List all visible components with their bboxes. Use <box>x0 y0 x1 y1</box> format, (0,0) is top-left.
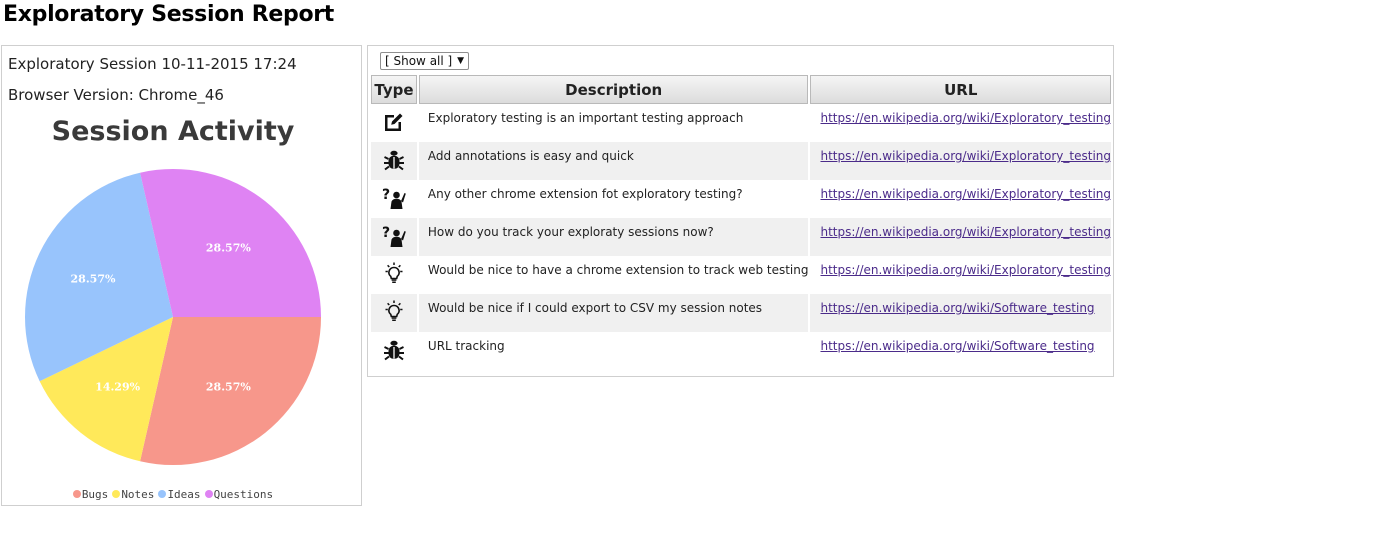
legend-swatch <box>72 490 81 498</box>
table-row: Add annotations is easy and quick https:/… <box>371 142 1111 180</box>
description-cell: Exploratory testing is an important test… <box>419 104 809 142</box>
bug-icon <box>382 338 406 366</box>
entries-panel: [ Show all ] ▼ Type Description URL Expl… <box>367 45 1114 377</box>
description-cell: Would be nice if I could export to CSV m… <box>418 294 809 332</box>
entries-table: Type Description URL Exploratory testing… <box>369 75 1113 370</box>
table-row: ? How do you track your exploraty session… <box>371 218 1111 256</box>
type-cell <box>371 332 417 370</box>
idea-icon <box>382 300 406 328</box>
url-cell: https://en.wikipedia.org/wiki/Software_t… <box>810 332 1111 370</box>
type-cell: ? <box>371 218 417 256</box>
note-icon <box>382 110 406 138</box>
slice-label-questions: 28.57% <box>206 242 251 255</box>
url-cell: https://en.wikipedia.org/wiki/Software_t… <box>810 294 1111 332</box>
page-title: Exploratory Session Report <box>3 2 335 27</box>
slice-label-bugs: 28.57% <box>206 380 251 393</box>
legend-item-bugs[interactable]: Bugs <box>72 488 109 501</box>
chart-title: Session Activity <box>51 116 295 147</box>
table-row: URL tracking https://en.wikipedia.org/wik… <box>371 332 1111 370</box>
legend-label: Questions <box>213 488 274 501</box>
legend-swatch <box>158 490 167 498</box>
legend-swatch <box>112 490 121 498</box>
session-summary-panel: Exploratory Session 10-11-2015 17:24 Bro… <box>1 45 362 506</box>
table-row: Would be nice to have a chrome extension… <box>371 256 1111 294</box>
type-cell <box>371 294 417 332</box>
url-cell: https://en.wikipedia.org/wiki/Explorator… <box>810 180 1111 218</box>
url-link[interactable]: https://en.wikipedia.org/wiki/Explorator… <box>810 180 1111 201</box>
type-cell <box>371 256 417 294</box>
question-icon: ? <box>382 224 406 252</box>
filter-selected-value: [ Show all ] <box>385 54 453 68</box>
legend-label: Notes <box>121 488 155 501</box>
description-text: How do you track your exploraty sessions… <box>427 225 714 239</box>
chart-legend: Bugs Notes Ideas Questions <box>2 488 344 501</box>
url-link[interactable]: https://en.wikipedia.org/wiki/Explorator… <box>810 104 1111 125</box>
dropdown-arrow-icon: ▼ <box>457 56 464 66</box>
table-row: ? Any other chrome extension fot explorat… <box>371 180 1111 218</box>
url-cell: https://en.wikipedia.org/wiki/Explorator… <box>810 256 1111 294</box>
description-text: Any other chrome extension fot explorato… <box>427 187 743 201</box>
svg-text:?: ? <box>382 225 390 241</box>
column-header-description[interactable]: Description <box>418 75 809 104</box>
svg-text:?: ? <box>382 187 390 203</box>
column-header-type[interactable]: Type <box>371 75 417 104</box>
column-header-url[interactable]: URL <box>810 75 1111 104</box>
question-icon: ? <box>382 186 406 214</box>
url-link[interactable]: https://en.wikipedia.org/wiki/Explorator… <box>810 256 1111 277</box>
slice-label-notes: 14.29% <box>95 380 140 393</box>
type-cell <box>371 142 417 180</box>
url-cell: https://en.wikipedia.org/wiki/Explorator… <box>810 104 1111 142</box>
description-text: Exploratory testing is an important test… <box>427 111 744 125</box>
legend-swatch <box>204 490 213 498</box>
url-link[interactable]: https://en.wikipedia.org/wiki/Explorator… <box>810 142 1111 163</box>
browser-version: Browser Version: Chrome_46 <box>8 86 224 104</box>
description-text: Would be nice to have a chrome extension… <box>427 263 809 277</box>
session-activity-pie-chart: 28.57% 14.29% 28.57% 28.57% <box>25 169 322 465</box>
description-cell: URL tracking <box>419 332 809 370</box>
session-name: Exploratory Session 10-11-2015 17:24 <box>8 55 297 73</box>
url-link[interactable]: https://en.wikipedia.org/wiki/Software_t… <box>810 332 1111 353</box>
url-cell: https://en.wikipedia.org/wiki/Explorator… <box>810 142 1111 180</box>
type-cell <box>371 104 417 142</box>
legend-item-ideas[interactable]: Ideas <box>158 488 201 501</box>
url-cell: https://en.wikipedia.org/wiki/Explorator… <box>810 218 1111 256</box>
legend-item-questions[interactable]: Questions <box>204 488 274 501</box>
description-cell: How do you track your exploraty sessions… <box>418 218 809 256</box>
url-link[interactable]: https://en.wikipedia.org/wiki/Explorator… <box>810 218 1111 239</box>
slice-label-ideas: 28.57% <box>71 272 116 285</box>
idea-icon <box>382 262 406 290</box>
table-header-row: Type Description URL <box>371 75 1111 104</box>
legend-label: Ideas <box>167 488 201 501</box>
url-link[interactable]: https://en.wikipedia.org/wiki/Software_t… <box>810 294 1111 315</box>
type-filter-select[interactable]: [ Show all ] ▼ <box>380 52 469 70</box>
table-row: Would be nice if I could export to CSV m… <box>371 294 1111 332</box>
bug-icon <box>382 148 406 176</box>
description-cell: Would be nice to have a chrome extension… <box>419 256 809 294</box>
legend-label: Bugs <box>81 488 109 501</box>
description-cell: Any other chrome extension fot explorato… <box>419 180 809 218</box>
description-text: Add annotations is easy and quick <box>427 149 634 163</box>
description-text: Would be nice if I could export to CSV m… <box>427 301 763 315</box>
legend-item-notes[interactable]: Notes <box>112 488 154 501</box>
description-text: URL tracking <box>427 339 505 353</box>
type-cell: ? <box>371 180 417 218</box>
description-cell: Add annotations is easy and quick <box>418 142 809 180</box>
table-row: Exploratory testing is an important test… <box>371 104 1111 142</box>
